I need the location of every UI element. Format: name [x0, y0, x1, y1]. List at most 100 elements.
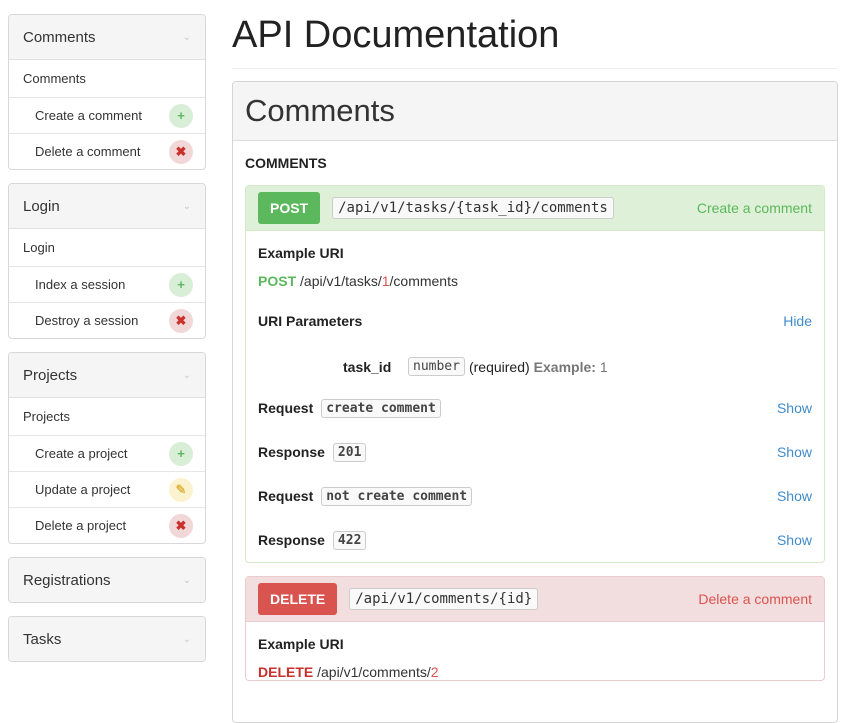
- action-body: Example URI DELETE /api/v1/comments/2: [246, 622, 824, 680]
- response-code: 201: [332, 442, 367, 462]
- sidebar-group-tasks: Tasks ⌄: [8, 616, 206, 662]
- param-required: (required): [468, 358, 530, 375]
- param-name: task_id: [343, 358, 392, 375]
- chevron-down-icon: ⌄: [182, 200, 191, 212]
- sidebar-group-title: Tasks: [23, 630, 62, 648]
- sidebar-item-label: Update a project: [35, 482, 131, 497]
- request-label: Request: [258, 400, 314, 416]
- sidebar-item-label: Index a session: [35, 277, 126, 292]
- chevron-down-icon: ⌄: [182, 31, 191, 43]
- sidebar-group-title: Projects: [23, 366, 78, 384]
- sidebar-item-index-session[interactable]: Index a session +: [9, 267, 205, 303]
- group-body: COMMENTS POST /api/v1/tasks/{task_id}/co…: [233, 141, 837, 681]
- show-link[interactable]: Show: [777, 444, 812, 460]
- action-header[interactable]: POST /api/v1/tasks/{task_id}/comments Cr…: [246, 186, 824, 231]
- sidebar-group-comments: Comments ⌄ Comments Create a comment + D…: [8, 14, 206, 170]
- example-uri-label: Example URI: [258, 636, 344, 652]
- sidebar-group-title: Login: [23, 197, 60, 215]
- sidebar-item-update-project[interactable]: Update a project ✎: [9, 472, 205, 508]
- sidebar-item-label: Delete a project: [35, 518, 127, 533]
- chevron-down-icon: ⌄: [182, 369, 191, 381]
- method-badge-post: POST: [258, 192, 321, 224]
- pencil-icon: ✎: [169, 477, 193, 502]
- sidebar-subheader-comments[interactable]: Comments: [9, 60, 205, 98]
- group-title: Comments: [233, 82, 837, 141]
- resource-title: COMMENTS: [245, 155, 327, 171]
- sidebar-item-create-comment[interactable]: Create a comment +: [9, 98, 205, 134]
- example-method: POST: [258, 273, 297, 289]
- sidebar-group-title: Registrations: [23, 571, 111, 589]
- request-name: not create comment: [321, 486, 473, 506]
- action-uri: /api/v1/tasks/{task_id}/comments: [332, 197, 614, 219]
- example-path: /api/v1/tasks/: [296, 273, 382, 289]
- sidebar-group-header-registrations[interactable]: Registrations ⌄: [9, 558, 205, 602]
- response-code: 422: [332, 530, 367, 550]
- example-uri: POST /api/v1/tasks/1/comments: [258, 273, 812, 289]
- request-label-group: Request not create comment: [258, 486, 473, 506]
- action-create-comment: POST /api/v1/tasks/{task_id}/comments Cr…: [245, 185, 825, 563]
- sidebar-group-projects: Projects ⌄ Projects Create a project + U…: [8, 352, 206, 544]
- request-label-group: Request create comment: [258, 398, 441, 418]
- action-delete-comment: DELETE /api/v1/comments/{id} Delete a co…: [245, 576, 825, 681]
- sidebar-subheader-login[interactable]: Login: [9, 229, 205, 267]
- param-type: number: [408, 357, 465, 376]
- example-method: DELETE: [258, 664, 314, 680]
- action-body: Example URI POST /api/v1/tasks/1/comment…: [246, 231, 824, 562]
- sidebar-item-label: Create a comment: [35, 108, 142, 123]
- sidebar-item-create-project[interactable]: Create a project +: [9, 436, 205, 472]
- param-row: task_id number (required) Example: 1: [258, 357, 812, 376]
- plus-icon: +: [169, 272, 193, 297]
- example-uri: DELETE /api/v1/comments/2: [258, 664, 812, 680]
- action-header[interactable]: DELETE /api/v1/comments/{id} Delete a co…: [246, 577, 824, 622]
- show-link[interactable]: Show: [777, 532, 812, 548]
- method-badge-delete: DELETE: [258, 583, 338, 615]
- page-title: API Documentation: [232, 12, 838, 69]
- example-uri-label: Example URI: [258, 245, 344, 261]
- sidebar-group-header-projects[interactable]: Projects ⌄: [9, 353, 205, 398]
- show-link[interactable]: Show: [777, 488, 812, 504]
- chevron-down-icon: ⌄: [182, 633, 191, 645]
- main-content: API Documentation Comments COMMENTS POST…: [232, 0, 838, 723]
- sidebar-group-header-tasks[interactable]: Tasks ⌄: [9, 617, 205, 661]
- hide-link[interactable]: Hide: [783, 313, 812, 329]
- param-example-value: 1: [599, 358, 608, 375]
- param-example-label: Example:: [533, 358, 596, 375]
- sidebar-item-delete-project[interactable]: Delete a project ✖: [9, 508, 205, 543]
- sidebar-item-delete-comment[interactable]: Delete a comment ✖: [9, 134, 205, 169]
- request-label: Request: [258, 488, 314, 504]
- sidebar-item-label: Delete a comment: [35, 144, 141, 159]
- plus-icon: +: [169, 441, 193, 466]
- action-uri: /api/v1/comments/{id}: [349, 588, 539, 610]
- sidebar-subheader-projects[interactable]: Projects: [9, 398, 205, 436]
- sidebar: Comments ⌄ Comments Create a comment + D…: [8, 14, 206, 675]
- close-icon: ✖: [169, 513, 193, 538]
- request-row: Request create comment Show: [258, 386, 812, 430]
- close-icon: ✖: [169, 139, 193, 164]
- example-param: 2: [430, 664, 439, 680]
- close-icon: ✖: [169, 308, 193, 333]
- sidebar-group-registrations: Registrations ⌄: [8, 557, 206, 603]
- response-label-group: Response 422: [258, 530, 367, 550]
- response-label-group: Response 201: [258, 442, 367, 462]
- sidebar-item-label: Create a project: [35, 446, 128, 461]
- request-name: create comment: [321, 398, 441, 418]
- sidebar-item-destroy-session[interactable]: Destroy a session ✖: [9, 303, 205, 338]
- request-row: Request not create comment Show: [258, 474, 812, 518]
- sidebar-group-header-login[interactable]: Login ⌄: [9, 184, 205, 229]
- resource-group-comments: Comments COMMENTS POST /api/v1/tasks/{ta…: [232, 81, 838, 723]
- sidebar-group-login: Login ⌄ Login Index a session + Destroy …: [8, 183, 206, 339]
- uri-parameters-row: URI Parameters Hide: [258, 313, 812, 329]
- show-link[interactable]: Show: [777, 400, 812, 416]
- plus-icon: +: [169, 103, 193, 128]
- sidebar-group-title: Comments: [23, 28, 96, 46]
- example-path-end: /comments: [389, 273, 458, 289]
- chevron-down-icon: ⌄: [182, 574, 191, 586]
- action-name: Create a comment: [696, 200, 812, 216]
- example-param: 1: [381, 273, 390, 289]
- request-response-list: Request create comment Show Response 201…: [258, 386, 812, 562]
- response-row: Response 201 Show: [258, 430, 812, 474]
- response-label: Response: [258, 444, 325, 460]
- sidebar-group-header-comments[interactable]: Comments ⌄: [9, 15, 205, 60]
- action-name: Delete a comment: [698, 591, 812, 607]
- example-path: /api/v1/comments/: [313, 664, 431, 680]
